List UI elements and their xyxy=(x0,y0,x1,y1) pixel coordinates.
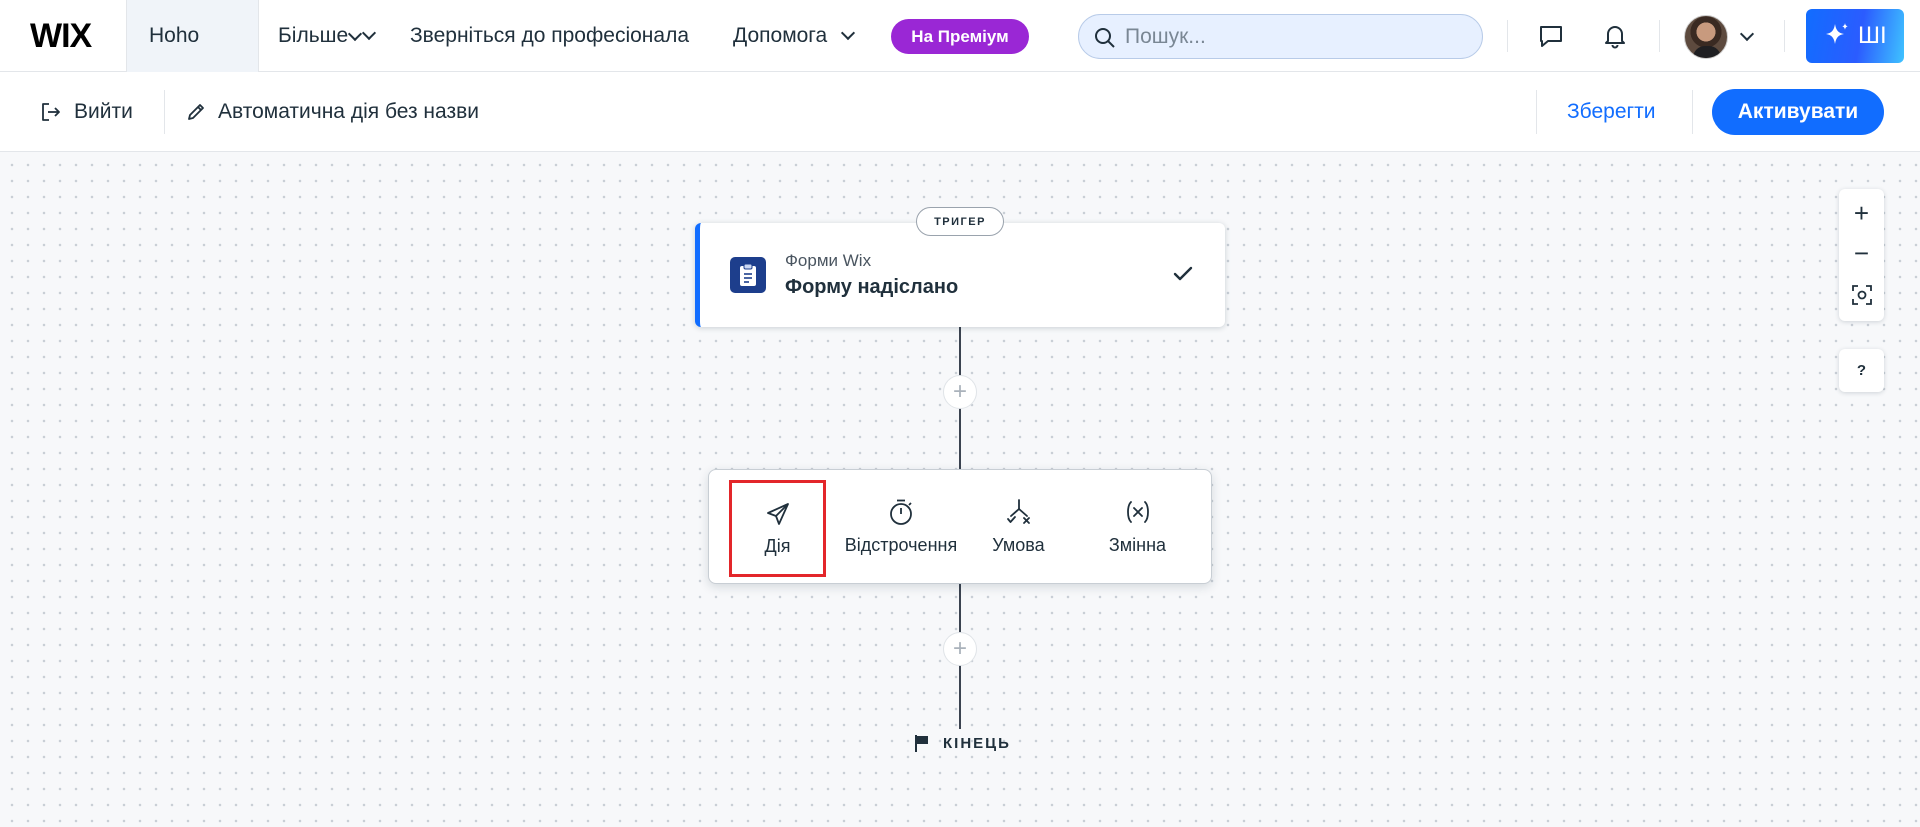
focus-icon xyxy=(1851,285,1872,305)
step-option-label: Дія xyxy=(764,536,791,556)
ai-label: ШІ xyxy=(1858,22,1887,49)
flow-end-marker: КІНЕЦЬ xyxy=(913,733,1011,753)
step-option-action[interactable]: Дія xyxy=(729,480,826,577)
save-button[interactable]: Зберегти xyxy=(1567,72,1656,152)
plus-icon: + xyxy=(952,378,967,405)
trigger-app-name: Форми Wix xyxy=(785,251,872,270)
wix-logo[interactable]: WIX xyxy=(30,17,92,56)
exit-icon xyxy=(42,103,60,121)
trigger-badge: ТРИГЕР xyxy=(916,207,1004,236)
exit-button[interactable]: Вийти xyxy=(40,72,133,152)
activate-button[interactable]: Активувати xyxy=(1712,89,1884,135)
nav-help-label: Допомога xyxy=(733,24,828,47)
plus-icon: + xyxy=(952,635,967,662)
step-option-delay[interactable]: Відстрочення xyxy=(841,480,961,577)
nav-more[interactable]: Більше xyxy=(278,0,377,72)
bell-icon xyxy=(1605,26,1625,49)
notifications-button[interactable] xyxy=(1597,18,1633,54)
site-name: Hoho xyxy=(149,24,200,47)
send-icon xyxy=(766,503,789,525)
divider xyxy=(1507,20,1508,52)
flag-icon xyxy=(915,735,928,752)
trigger-title: Форму надіслано xyxy=(785,276,959,298)
branch-icon xyxy=(1006,499,1030,524)
divider xyxy=(1784,20,1785,52)
end-label: КІНЕЦЬ xyxy=(943,734,1011,752)
divider xyxy=(164,90,165,134)
automation-toolbar: Вийти Автоматична дія без назви Зберегти… xyxy=(0,72,1920,152)
site-selector[interactable]: Hoho xyxy=(126,0,363,72)
divider xyxy=(1659,20,1660,52)
search-icon xyxy=(1095,28,1115,48)
chat-icon xyxy=(1540,26,1562,47)
chevron-down-icon[interactable] xyxy=(1739,26,1755,42)
zoom-controls: + − xyxy=(1839,189,1884,321)
step-option-variable[interactable]: Змінна xyxy=(1089,480,1186,577)
automation-title[interactable]: Автоматична дія без назви xyxy=(186,72,479,152)
add-step-button[interactable]: + xyxy=(943,375,977,409)
divider xyxy=(1536,90,1537,134)
exit-label: Вийти xyxy=(74,100,133,123)
ai-assistant-button[interactable]: ШІ xyxy=(1806,9,1904,63)
nav-help[interactable]: Допомога xyxy=(733,0,856,72)
upgrade-premium-button[interactable]: На Преміум xyxy=(891,19,1029,54)
clipboard-icon xyxy=(740,263,756,286)
zoom-in-button[interactable]: + xyxy=(1839,193,1884,233)
fit-to-screen-button[interactable] xyxy=(1839,275,1884,315)
nav-hire-pro[interactable]: Зверніться до професіонала xyxy=(410,0,689,72)
variable-icon xyxy=(1126,501,1149,523)
step-option-label: Відстрочення xyxy=(844,535,958,555)
step-option-label: Змінна xyxy=(1108,535,1167,555)
automation-title-text: Автоматична дія без назви xyxy=(218,100,479,123)
nav-hire-pro-label: Зверніться до професіонала xyxy=(410,24,689,47)
chevron-down-icon xyxy=(841,25,856,41)
avatar[interactable] xyxy=(1684,15,1728,59)
step-type-menu: Дія Відстрочення Умова Змінна xyxy=(708,469,1212,584)
step-option-label: Умова xyxy=(992,535,1045,555)
help-button[interactable]: ? xyxy=(1839,349,1884,392)
step-option-condition[interactable]: Умова xyxy=(970,480,1067,577)
zoom-out-button[interactable]: − xyxy=(1839,233,1884,273)
timer-icon xyxy=(890,499,912,525)
pencil-icon xyxy=(188,104,204,120)
top-bar: WIX Hoho Більше Зверніться до професіона… xyxy=(0,0,1920,72)
nav-more-label: Більше xyxy=(278,24,349,47)
messages-button[interactable] xyxy=(1533,18,1569,54)
search-box[interactable] xyxy=(1078,14,1483,59)
add-step-button[interactable]: + xyxy=(943,632,977,666)
sparkle-icon xyxy=(1826,23,1848,44)
checkmark-icon xyxy=(1173,266,1193,281)
chevron-down-icon xyxy=(362,25,377,41)
search-input[interactable] xyxy=(1125,24,1455,49)
forms-app-icon xyxy=(730,257,766,293)
trigger-card[interactable]: Форми Wix Форму надіслано xyxy=(695,223,1225,327)
divider xyxy=(1692,90,1693,134)
